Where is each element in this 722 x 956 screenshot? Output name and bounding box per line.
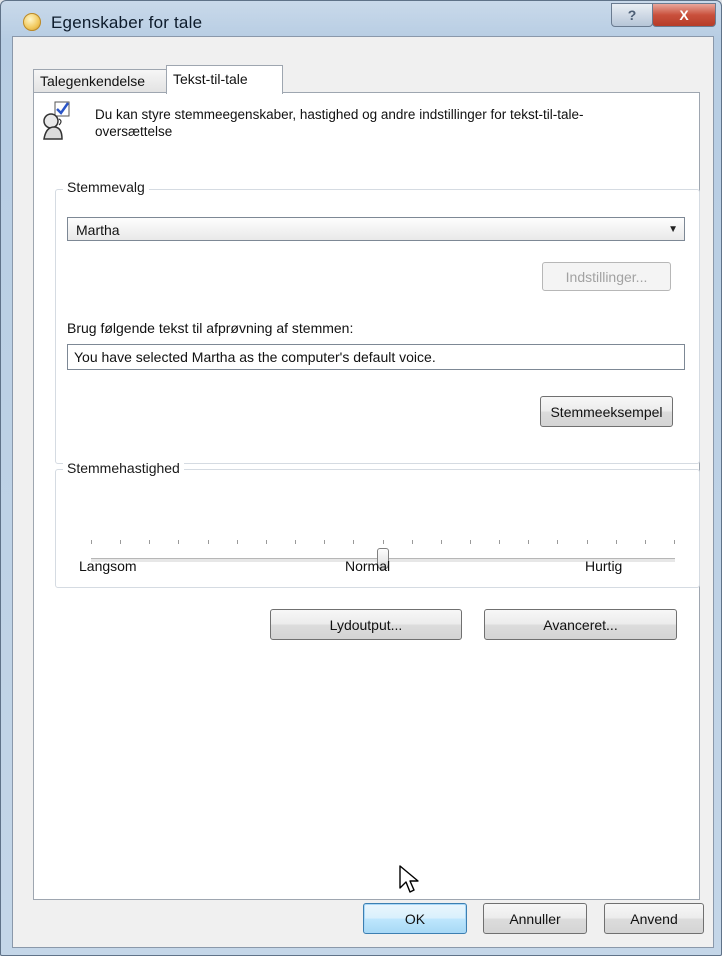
voice-speed-label: Stemmehastighed [63, 460, 184, 476]
ok-button[interactable]: OK [363, 903, 467, 934]
voice-select[interactable]: Martha ▼ [67, 217, 685, 241]
preview-prompt: Brug følgende tekst til afprøvning af st… [67, 320, 354, 336]
voice-preview-button-label: Stemmeeksempel [550, 403, 663, 420]
ok-button-label: OK [404, 910, 426, 927]
voice-preview-button[interactable]: Stemmeeksempel [540, 396, 673, 427]
tab-label: Tekst-til-tale [173, 71, 248, 87]
tab-speech-recognition[interactable]: Talegenkendelse [33, 69, 173, 92]
slider-tick [441, 540, 442, 544]
mouse-pointer-icon [399, 865, 419, 893]
preview-text-value: You have selected Martha as the computer… [74, 349, 436, 365]
intro-text: Du kan styre stemmeegenskaber, hastighed… [95, 107, 584, 139]
slider-tick [528, 540, 529, 544]
slider-tick [295, 540, 296, 544]
slider-tick [674, 540, 675, 544]
slider-tick [616, 540, 617, 544]
settings-button[interactable]: Indstillinger... [542, 262, 671, 291]
slider-tick [324, 540, 325, 544]
audio-output-button[interactable]: Lydoutput... [270, 609, 462, 640]
slider-tick [237, 540, 238, 544]
window-title: Egenskaber for tale [51, 13, 203, 32]
voice-selection-label: Stemmevalg [63, 179, 149, 195]
slider-tick [412, 540, 413, 544]
slider-tick [353, 540, 354, 544]
apply-button[interactable]: Anvend [604, 903, 704, 934]
slider-tick [587, 540, 588, 544]
slider-tick [645, 540, 646, 544]
cancel-button[interactable]: Annuller [483, 903, 587, 934]
speech-app-icon [23, 13, 41, 31]
slider-tick [383, 540, 384, 544]
speed-label-fast: Hurtig [585, 558, 623, 574]
advanced-button-label: Avanceret... [543, 616, 618, 633]
slider-tick [499, 540, 500, 544]
slider-tick [178, 540, 179, 544]
chevron-down-icon[interactable]: ▼ [668, 218, 678, 242]
preview-text-input[interactable]: You have selected Martha as the computer… [67, 344, 685, 370]
slider-tick [149, 540, 150, 544]
slider-tick [266, 540, 267, 544]
slider-tick [208, 540, 209, 544]
slider-tick [557, 540, 558, 544]
tab-label: Talegenkendelse [40, 73, 146, 89]
voice-select-value: Martha [76, 222, 120, 238]
speed-label-normal: Normal [345, 558, 391, 574]
dialog-client-area: Talegenkendelse Tekst-til-tale Du kan st… [12, 36, 714, 948]
tab-text-to-speech[interactable]: Tekst-til-tale [166, 65, 283, 94]
slider-tick [120, 540, 121, 544]
settings-button-label: Indstillinger... [565, 268, 648, 285]
close-button[interactable]: X [652, 3, 716, 27]
advanced-button[interactable]: Avanceret... [484, 609, 677, 640]
close-icon: X [679, 7, 689, 23]
apply-button-label: Anvend [630, 910, 678, 927]
slider-tick [470, 540, 471, 544]
title-bar[interactable]: Egenskaber for tale ? X [1, 1, 721, 37]
speed-label-slow: Langsom [79, 558, 137, 574]
cancel-button-label: Annuller [509, 910, 561, 927]
slider-tick [91, 540, 92, 544]
audio-output-button-label: Lydoutput... [329, 616, 403, 633]
help-button[interactable]: ? [611, 3, 653, 27]
help-icon: ? [627, 7, 637, 23]
speech-person-icon [43, 101, 70, 140]
